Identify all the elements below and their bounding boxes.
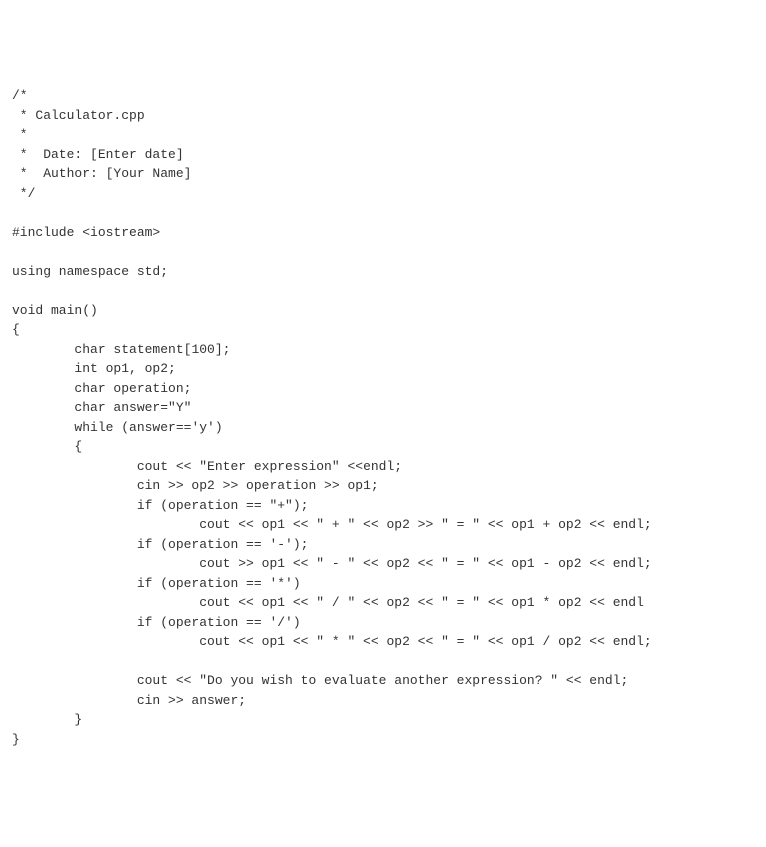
code-line: } [12, 732, 20, 747]
code-line: { [12, 322, 20, 337]
code-line: if (operation == '*') [12, 576, 301, 591]
code-line: char operation; [12, 381, 191, 396]
code-line: } [12, 712, 82, 727]
code-line: cout << "Enter expression" <<endl; [12, 459, 402, 474]
code-line: cout << "Do you wish to evaluate another… [12, 673, 628, 688]
code-line: #include <iostream> [12, 225, 160, 240]
code-line: { [12, 439, 82, 454]
code-line: if (operation == '-'); [12, 537, 308, 552]
code-line: * Author: [Your Name] [12, 166, 191, 181]
code-line: cout << op1 << " + " << op2 >> " = " << … [12, 517, 652, 532]
code-line: cout << op1 << " * " << op2 << " = " << … [12, 634, 652, 649]
code-line: cout << op1 << " / " << op2 << " = " << … [12, 595, 644, 610]
code-line: cout >> op1 << " - " << op2 << " = " << … [12, 556, 652, 571]
code-line: cin >> answer; [12, 693, 246, 708]
code-line: void main() [12, 303, 98, 318]
code-line: * Calculator.cpp [12, 108, 145, 123]
code-line: /* [12, 88, 28, 103]
code-line: char answer="Y" [12, 400, 191, 415]
code-line: while (answer=='y') [12, 420, 223, 435]
code-line: if (operation == "+"); [12, 498, 308, 513]
code-line: using namespace std; [12, 264, 168, 279]
code-line: if (operation == '/') [12, 615, 301, 630]
code-block: /* * Calculator.cpp * * Date: [Enter dat… [12, 86, 754, 749]
code-line: * Date: [Enter date] [12, 147, 184, 162]
code-line: cin >> op2 >> operation >> op1; [12, 478, 379, 493]
code-line: char statement[100]; [12, 342, 230, 357]
code-line: */ [12, 186, 35, 201]
code-line: int op1, op2; [12, 361, 176, 376]
code-line: * [12, 127, 28, 142]
